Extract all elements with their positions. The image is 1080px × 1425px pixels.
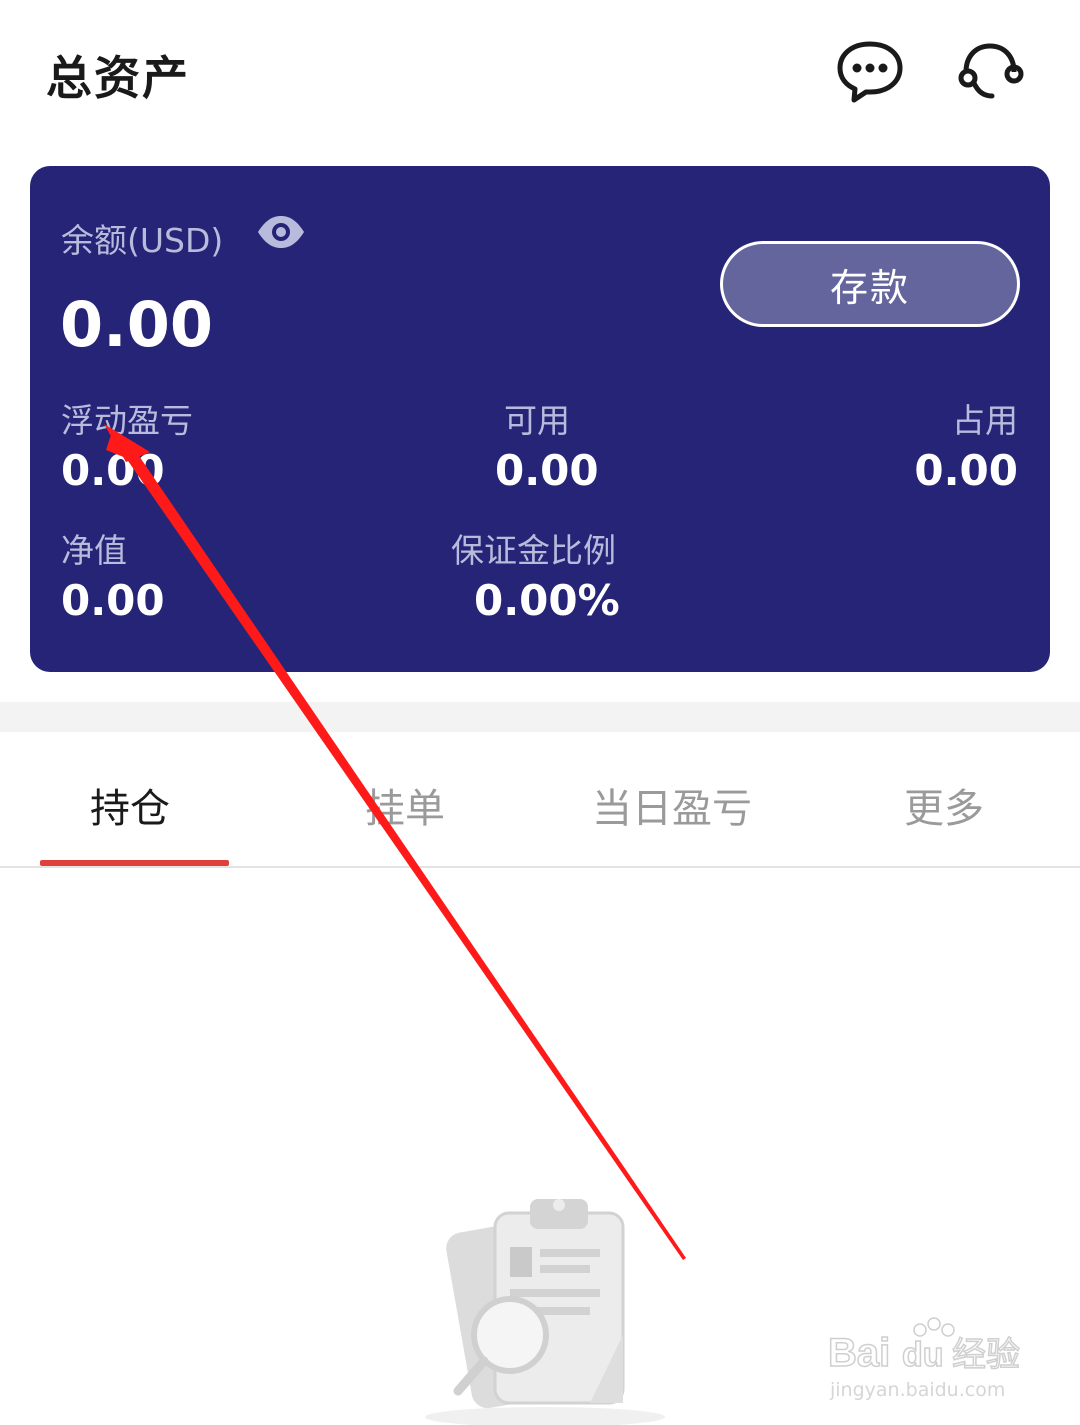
active-tab-indicator xyxy=(40,860,229,866)
section-divider xyxy=(0,702,1080,732)
headset-icon[interactable] xyxy=(954,36,1026,108)
watermark: Bai du 经验 jingyan.baidu.com xyxy=(827,1308,1028,1408)
tab-daily-pl[interactable]: 当日盈亏 xyxy=(592,776,752,834)
chat-bubble-icon[interactable] xyxy=(834,36,906,108)
margin-ratio-label: 保证金比例 xyxy=(451,531,616,570)
equity-value: 0.00 xyxy=(61,576,165,625)
used-label: 占用 xyxy=(952,401,1018,440)
header: 总资产 xyxy=(0,0,1080,140)
watermark-brand-cn: 经验 xyxy=(952,1335,1020,1375)
floating-pl-label: 浮动盈亏 xyxy=(61,401,193,440)
floating-pl-value: 0.00 xyxy=(61,446,165,495)
watermark-paw: du xyxy=(902,1336,944,1374)
watermark-url: jingyan.baidu.com xyxy=(829,1379,1005,1401)
available-label: 可用 xyxy=(504,401,570,440)
tab-bar: 持仓 挂单 当日盈亏 更多 xyxy=(0,732,1080,868)
eye-icon[interactable] xyxy=(256,214,306,250)
used-value: 0.00 xyxy=(914,446,1018,495)
balance-label: 余额(USD) xyxy=(61,221,224,260)
tab-positions[interactable]: 持仓 xyxy=(90,776,170,834)
equity-label: 净值 xyxy=(61,531,127,570)
tab-pending-orders[interactable]: 挂单 xyxy=(365,776,445,834)
deposit-button[interactable]: 存款 xyxy=(720,241,1020,327)
clipboard-search-icon xyxy=(410,1185,680,1425)
balance-value: 0.00 xyxy=(60,288,213,361)
watermark-brand: Bai xyxy=(828,1331,890,1375)
account-summary-card: 余额(USD) 0.00 存款 浮动盈亏 0.00 可用 0.00 占用 0.0… xyxy=(30,166,1050,672)
tab-more[interactable]: 更多 xyxy=(904,776,984,834)
available-value: 0.00 xyxy=(495,446,599,495)
margin-ratio-value: 0.00% xyxy=(474,576,620,625)
page-title: 总资产 xyxy=(46,51,190,105)
